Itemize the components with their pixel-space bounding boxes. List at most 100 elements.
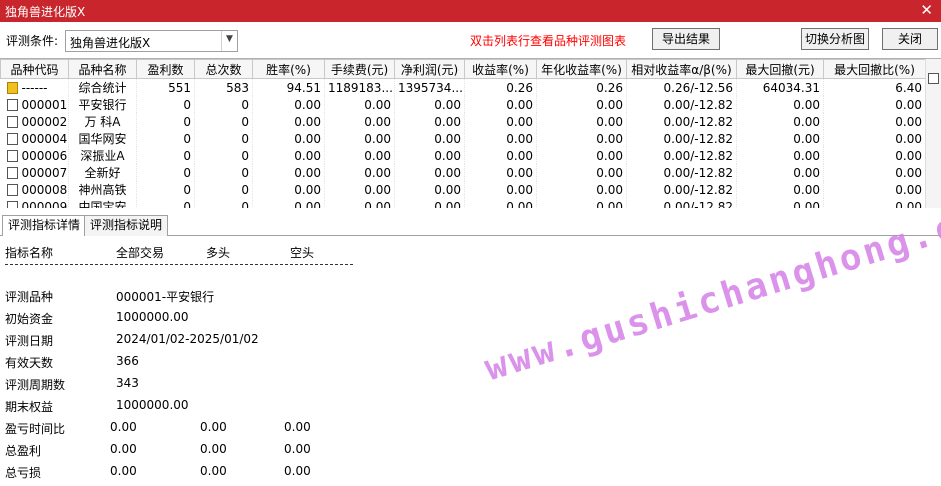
cell-value: 0.00 [823, 198, 926, 208]
cell-value: 94.51 [252, 78, 325, 96]
tab-metric-details[interactable]: 评测指标详情 [2, 215, 87, 237]
cell-code: 000004 [0, 130, 69, 147]
cell-value: 0 [194, 130, 253, 147]
cell-value: 0.00 [536, 181, 627, 198]
cell-value: 0.00 [823, 147, 926, 164]
table-header-row: 品种代码 品种名称 盈利数 总次数 胜率(%) 手续费(元) 净利润(元) 收益… [0, 59, 926, 79]
divider [5, 264, 353, 265]
cell-value: 0.00 [464, 96, 537, 113]
cell-value: 0 [194, 113, 253, 130]
detail-value: 2024/01/02-2025/01/02 [116, 332, 259, 346]
column-header[interactable]: 最大回撤比(%) [823, 59, 926, 79]
column-header[interactable]: 收益率(%) [464, 59, 537, 79]
cell-value: 0.00 [394, 130, 465, 147]
cell-value: 0 [194, 198, 253, 208]
detail-value: 0.00 [200, 464, 227, 478]
detail-value: 0.00 [284, 464, 311, 478]
detail-value: 366 [116, 354, 139, 368]
cell-value: 0.00 [464, 181, 537, 198]
detail-value: 0.00 [200, 442, 227, 456]
table-scrollbar[interactable] [925, 59, 941, 208]
cell-code-text: ------ [21, 80, 48, 95]
cell-value: 0.00 [324, 147, 395, 164]
cell-value: 0.00 [394, 164, 465, 181]
column-header[interactable]: 最大回撤(元) [736, 59, 824, 79]
cell-value: 0.00 [394, 181, 465, 198]
cell-code-text: 000008 [21, 182, 68, 197]
cell-value: 0.00 [394, 113, 465, 130]
cell-value: 0.00 [736, 147, 824, 164]
table-row[interactable]: 000007 全新好 0 0 0.00 0.00 0.00 0.00 0.00 0.00/-12.… [0, 164, 926, 181]
cell-value: 0.00/-12.82 [626, 130, 737, 147]
cell-value: 0.00 [394, 96, 465, 113]
cell-value: 0.00 [736, 181, 824, 198]
cell-value: 0.00 [394, 147, 465, 164]
column-header[interactable]: 盈利数 [136, 59, 195, 79]
toolbar: 评测条件: 独角兽进化版X ▼ 双击列表行查看品种评测图表 导出结果 切换分析图… [0, 22, 941, 58]
column-header[interactable]: 总次数 [194, 59, 253, 79]
column-header[interactable]: 品种代码 [0, 59, 69, 79]
cell-name: 中国宝安 [68, 198, 137, 208]
cell-value: 0 [194, 181, 253, 198]
window-close-icon[interactable]: ✕ [920, 1, 933, 19]
cell-code: 000009 [0, 198, 69, 208]
detail-value: 0.00 [110, 442, 137, 456]
cell-value: 0.00/-12.82 [626, 96, 737, 113]
document-icon [6, 183, 18, 196]
cell-value: 0.00 [823, 164, 926, 181]
detail-label: 期末权益 [5, 400, 54, 414]
cell-value: 0.00/-12.82 [626, 198, 737, 208]
detail-label: 初始资金 [5, 312, 54, 326]
close-button[interactable]: 关闭 [882, 28, 938, 50]
condition-select[interactable]: 独角兽进化版X ▼ [65, 30, 238, 52]
cell-name: 万 科A [68, 113, 137, 130]
cell-code: 000006 [0, 147, 69, 164]
cell-value: 0.00 [536, 147, 627, 164]
cell-name: 神州高铁 [68, 181, 137, 198]
document-icon [6, 166, 18, 179]
table-row[interactable]: 000004 国华网安 0 0 0.00 0.00 0.00 0.00 0.00 0.00/-12… [0, 130, 926, 147]
detail-header-short: 空头 [290, 246, 315, 260]
column-header[interactable]: 品种名称 [68, 59, 137, 79]
cell-value: 0.00 [536, 130, 627, 147]
table-row[interactable]: 000002 万 科A 0 0 0.00 0.00 0.00 0.00 0.00 0.00/-12… [0, 113, 926, 130]
export-button[interactable]: 导出结果 [652, 28, 720, 50]
cell-value: 0 [136, 113, 195, 130]
cell-value: 0.00 [464, 130, 537, 147]
cell-code: ------ [0, 78, 69, 96]
tab-metric-explanation[interactable]: 评测指标说明 [84, 215, 169, 236]
cell-value: 0 [136, 164, 195, 181]
cell-value: 0.26 [464, 78, 537, 96]
cell-value: 0.26/-12.56 [626, 78, 737, 96]
cell-code-text: 000006 [21, 148, 68, 163]
cell-value: 6.40 [823, 78, 926, 96]
table-row[interactable]: 000008 神州高铁 0 0 0.00 0.00 0.00 0.00 0.00 0.00/-12… [0, 181, 926, 198]
table-row[interactable]: ------ 综合统计 551 583 94.51 1189183.... 1395734.… [0, 78, 926, 96]
document-icon [6, 132, 18, 145]
cell-value: 583 [194, 78, 253, 96]
dropdown-button[interactable]: ▼ [221, 31, 237, 51]
chevron-down-icon: ▼ [226, 34, 233, 44]
cell-value: 0.00 [324, 198, 395, 208]
column-header[interactable]: 手续费(元) [324, 59, 395, 79]
cell-name: 综合统计 [68, 78, 137, 96]
table-row[interactable]: 000009 中国宝安 0 0 0.00 0.00 0.00 0.00 0.00 0.00/-12… [0, 198, 926, 208]
cell-value: 0.00/-12.82 [626, 113, 737, 130]
cell-value: 0.00 [536, 113, 627, 130]
cell-code: 000001 [0, 96, 69, 113]
switch-chart-button[interactable]: 切换分析图 [801, 28, 869, 50]
table-row[interactable]: 000001 平安银行 0 0 0.00 0.00 0.00 0.00 0.00 0.00/-12… [0, 96, 926, 113]
document-icon [6, 149, 18, 162]
cell-name: 深振业A [68, 147, 137, 164]
column-toggle-checkbox[interactable] [928, 73, 939, 84]
detail-header-long: 多头 [206, 246, 231, 260]
detail-value: 343 [116, 376, 139, 390]
results-table[interactable]: 品种代码 品种名称 盈利数 总次数 胜率(%) 手续费(元) 净利润(元) 收益… [0, 58, 941, 208]
column-header[interactable]: 相对收益率α/β(%) [626, 59, 737, 79]
column-header[interactable]: 净利润(元) [394, 59, 465, 79]
table-row[interactable]: 000006 深振业A 0 0 0.00 0.00 0.00 0.00 0.00 0.00/-12… [0, 147, 926, 164]
column-header[interactable]: 年化收益率(%) [536, 59, 627, 79]
condition-label: 评测条件: [6, 34, 59, 48]
cell-value: 0 [136, 181, 195, 198]
column-header[interactable]: 胜率(%) [252, 59, 325, 79]
